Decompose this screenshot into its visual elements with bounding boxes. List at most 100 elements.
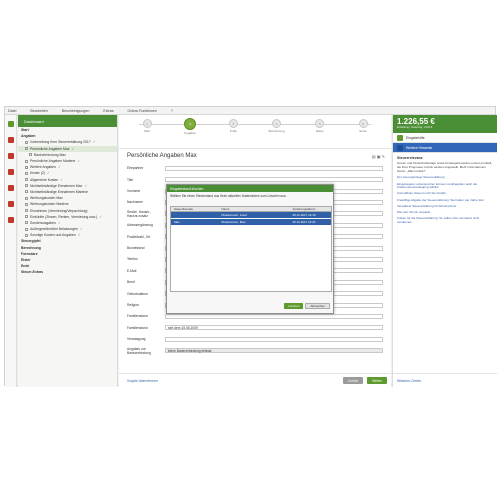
table-row[interactable]: Max Mustermann, Max 20.11.2017 14:21 [171, 219, 331, 227]
step-label: Start [143, 129, 151, 133]
vorjahr-link[interactable]: Vorjahr übernehmen [127, 379, 158, 383]
hint-link[interactable]: Freiwillige Abgabe der Steuererklärung: … [397, 198, 493, 203]
menu-extras[interactable]: Extras [103, 109, 113, 113]
column-header[interactable]: Name [218, 207, 289, 211]
status-box-icon [25, 147, 28, 151]
checkmark-icon: ✓ [46, 171, 50, 176]
hints-text: Grund- und Kinderfreibeträge sowie Kinde… [397, 161, 493, 173]
sidebar-item-label: Ende [21, 264, 30, 269]
menu-online-funktionen[interactable]: Online-Funktionen [128, 109, 157, 113]
page-tools-icon[interactable]: ▤ ▣ ✎ [372, 154, 385, 159]
field-label: Telefon [127, 257, 138, 262]
step-item[interactable]: 1 Start [137, 119, 157, 133]
menu-bearbeiten[interactable]: Bearbeiten [30, 109, 47, 113]
input-field[interactable] [165, 313, 383, 320]
menu-bar: Datei Bearbeiten Bescheinigungen Extras … [5, 107, 495, 115]
tools-icon[interactable] [8, 217, 14, 223]
sidebar-item-label: Werbungskosten Max [30, 196, 63, 201]
status-box-icon [25, 178, 28, 182]
column-header[interactable]: Steuerfreunde [171, 207, 218, 211]
step-item[interactable]: 2 Angaben [180, 118, 200, 135]
sidebar-item-label: Einkünfte (Zinsen, Renten, Vermietung us… [30, 214, 98, 219]
table-cell: Max [174, 220, 180, 225]
search-icon[interactable] [8, 121, 14, 127]
checkmark-icon: ✓ [71, 146, 75, 151]
sidebar-item[interactable]: Steuer-Extras [18, 269, 117, 275]
page-title: Persönliche Angaben Max [127, 153, 197, 159]
sidebar-item-label: Nichtselbständige Einnahmen Marlene [30, 189, 89, 194]
checkmark-icon: ✓ [60, 177, 64, 182]
field-label: Postleitzahl, Ort [127, 234, 151, 239]
check-icon[interactable] [8, 201, 14, 207]
help-icon [397, 134, 403, 141]
input-field[interactable] [165, 177, 383, 183]
status-box-icon [29, 153, 32, 157]
sidebar-item-label: Persönliche Angaben Marlene [30, 159, 76, 164]
hints-panel-label: Weitere Hinweise [406, 145, 433, 150]
sidebar-item-label: Formulare [21, 251, 38, 256]
dialog-text: Wählen Sie einen Steuerstand aus Ihren a… [170, 194, 287, 198]
menu-help[interactable]: ? [171, 109, 173, 113]
menu-bescheinigungen[interactable]: Bescheinigungen [62, 109, 90, 113]
hint-link[interactable]: Anmeldbare Steuern ruht Sie Vorjahr [397, 192, 493, 196]
step-item[interactable]: 6 Ende [353, 119, 373, 133]
status-box-icon [25, 190, 28, 194]
table-cell: Mustermann, Max [221, 220, 246, 225]
field-label: Veranlagung [127, 337, 146, 342]
sidebar-item-label: Allgemeine Kosten [30, 177, 59, 182]
input-field[interactable]: seit dem 15.06.2009 [165, 325, 383, 331]
sidebar-item-label: Kinder (2) [30, 171, 45, 176]
wissens-center-link[interactable]: Wissens-Center [393, 373, 497, 387]
form-icon[interactable] [8, 169, 14, 175]
status-box-icon [25, 221, 28, 225]
step-item[interactable]: 5 Elster [310, 119, 330, 133]
help-panel-label: Eingabehilfe [406, 135, 425, 140]
field-label: Titel [127, 177, 134, 182]
info-panel: 1.226,55 € Erstattung / Änderung: +9,00 … [392, 115, 497, 387]
hints-panel-tab[interactable]: Weitere Hinweise [393, 143, 497, 153]
field-label: Vorname [127, 189, 141, 194]
refund-summary: 1.226,55 € Erstattung / Änderung: +9,00 … [393, 115, 497, 133]
steps-line [139, 124, 371, 125]
status-box-icon [25, 202, 28, 206]
hint-link[interactable]: Der steuergünstige Steuererklärung [397, 176, 493, 180]
sidebar-item-label: Werbungskosten Marlene [30, 202, 69, 207]
status-box-icon [25, 209, 28, 213]
step-label: Prüfe [229, 129, 237, 133]
field-label: Angaben zur Bankverbindung [127, 346, 151, 355]
calculator-icon[interactable] [8, 153, 14, 159]
help-panel-tab[interactable]: Eingabehilfe [393, 133, 497, 143]
hint-link[interactable]: Verspätete Steuererklärung für Arbeitneh… [397, 204, 493, 209]
step-number: 5 [315, 119, 325, 128]
step-item[interactable]: 4 Berechnung [267, 119, 287, 133]
field-label: Familienstand [127, 314, 148, 319]
hints-heading: Steuerrelevanz [397, 156, 423, 160]
field-label: Religion [127, 303, 139, 308]
checkmark-icon: ✓ [79, 227, 83, 232]
hint-link[interactable]: Eingetragene Lebenspartner können vie Eh… [397, 182, 493, 190]
sidebar-item-label: Steuer-Extras [21, 270, 44, 275]
step-label: Angaben [184, 131, 197, 135]
menu-datei[interactable]: Datei [8, 109, 16, 113]
dialog-table: Steuerfreunde Name Änderungsdatum Muster… [170, 206, 332, 292]
hint-link[interactable]: Fristen für die Steuererklärung: So soll… [397, 216, 493, 224]
checkmark-icon: ✓ [57, 165, 61, 170]
column-header[interactable]: Änderungsdatum [290, 207, 331, 211]
document-icon[interactable] [8, 137, 14, 143]
hint-link[interactable]: Wer den Termin verpasst [397, 210, 493, 215]
progress-steps: 1 Start 2 Angaben 3 Prüfe 4 Berechnung 5 Elster 6 E… [119, 115, 391, 149]
back-button[interactable]: Zurück [343, 377, 363, 384]
table-row[interactable]: Mustermann, Josef 20.11.2017 14:19 [171, 212, 331, 220]
next-button[interactable]: Weiter [367, 377, 387, 384]
sidebar-header[interactable]: Dashboard [18, 115, 117, 127]
input-field[interactable]: keine Bankverbindung erfasst [165, 348, 383, 354]
upload-icon[interactable] [8, 185, 14, 191]
main-footer: Vorjahr übernehmen Zurück Weiter [119, 373, 391, 387]
cancel-button[interactable]: Abbrechen [305, 303, 330, 309]
sidebar-item-label: Sonderausgaben [30, 220, 56, 225]
step-item[interactable]: 3 Prüfe [223, 119, 243, 133]
delete-button[interactable]: Löschen [284, 303, 304, 309]
sidebar-item-label: Steuergipfel [21, 239, 41, 244]
input-field[interactable] [165, 165, 383, 171]
input-field[interactable] [165, 336, 383, 342]
